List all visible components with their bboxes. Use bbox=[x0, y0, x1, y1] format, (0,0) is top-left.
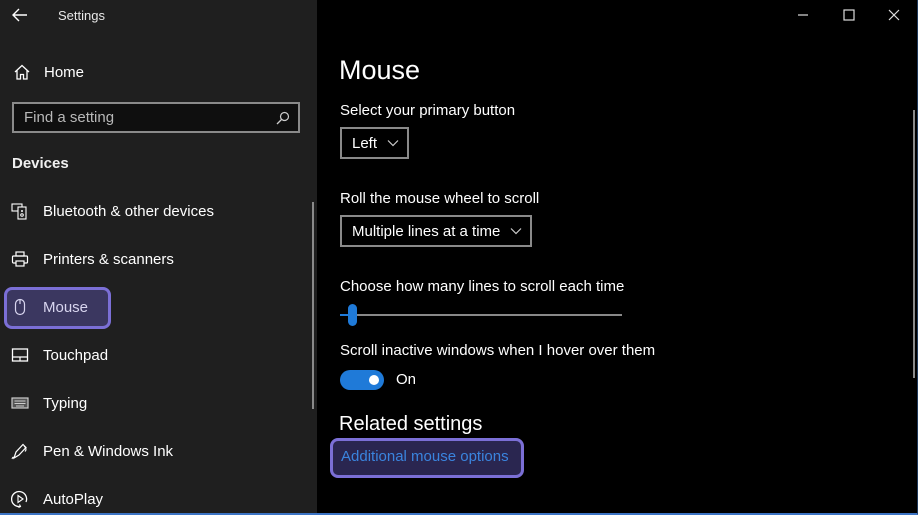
sidebar-item-pen[interactable]: Pen & Windows Ink bbox=[0, 427, 310, 475]
dropdown-value: Left bbox=[352, 134, 378, 152]
sidebar-item-typing[interactable]: Typing bbox=[0, 379, 310, 427]
sidebar-item-label: Typing bbox=[43, 394, 88, 412]
wheel-scroll-dropdown[interactable]: Multiple lines at a time bbox=[340, 215, 533, 247]
sidebar-item-label: Printers & scanners bbox=[43, 250, 174, 268]
sidebar-item-label: Bluetooth & other devices bbox=[43, 202, 214, 220]
sidebar-item-label: Touchpad bbox=[43, 346, 109, 364]
sidebar-item-label: AutoPlay bbox=[43, 490, 104, 508]
chevron-down-icon bbox=[387, 140, 399, 147]
primary-button-label: Select your primary button bbox=[340, 102, 516, 119]
dropdown-value: Multiple lines at a time bbox=[352, 222, 501, 240]
sidebar-item-autoplay[interactable]: AutoPlay bbox=[0, 475, 310, 515]
maximize-icon bbox=[843, 9, 855, 21]
sidebar-item-touchpad[interactable]: Touchpad bbox=[0, 331, 310, 379]
back-button[interactable] bbox=[8, 4, 32, 26]
link-highlight: Additional mouse options bbox=[330, 438, 524, 478]
maximize-button[interactable] bbox=[826, 0, 872, 30]
search-box[interactable] bbox=[12, 102, 300, 133]
page-title: Mouse bbox=[339, 55, 421, 85]
autoplay-icon bbox=[11, 490, 28, 508]
search-input[interactable] bbox=[14, 104, 298, 131]
search-icon[interactable] bbox=[276, 111, 290, 125]
pen-icon bbox=[11, 443, 27, 460]
toggle-knob bbox=[369, 375, 379, 385]
app-title: Settings bbox=[58, 8, 105, 23]
sidebar-item-bluetooth[interactable]: Bluetooth & other devices bbox=[0, 187, 310, 235]
scroll-inactive-toggle[interactable] bbox=[340, 370, 384, 390]
close-icon bbox=[888, 9, 900, 21]
printer-icon bbox=[11, 251, 29, 267]
scroll-inactive-label: Scroll inactive windows when I hover ove… bbox=[340, 342, 656, 359]
home-icon bbox=[14, 64, 30, 80]
toggle-state-label: On bbox=[396, 371, 417, 388]
back-arrow-icon bbox=[12, 8, 27, 22]
touchpad-icon bbox=[11, 348, 29, 362]
minimize-button[interactable] bbox=[780, 0, 826, 30]
related-settings-title: Related settings bbox=[339, 413, 483, 435]
sidebar-item-label: Pen & Windows Ink bbox=[43, 442, 174, 460]
section-title: Devices bbox=[12, 155, 69, 172]
sidebar: Settings Home Devices Bluetooth & other … bbox=[0, 0, 317, 513]
chevron-down-icon bbox=[510, 228, 522, 235]
sidebar-item-label: Home bbox=[44, 63, 85, 81]
slider-thumb[interactable] bbox=[348, 304, 358, 326]
additional-mouse-options-link[interactable]: Additional mouse options bbox=[341, 448, 509, 465]
close-button[interactable] bbox=[871, 0, 917, 30]
sidebar-item-mouse[interactable]: Mouse bbox=[0, 283, 310, 331]
main-content: Mouse Select your primary button Left Ro… bbox=[317, 0, 917, 513]
sidebar-scrollbar[interactable] bbox=[312, 202, 314, 409]
keyboard-icon bbox=[11, 397, 29, 409]
settings-window: Settings Home Devices Bluetooth & other … bbox=[0, 0, 918, 515]
primary-button-dropdown[interactable]: Left bbox=[340, 127, 410, 159]
slider-track bbox=[340, 314, 622, 316]
lines-to-scroll-label: Choose how many lines to scroll each tim… bbox=[340, 278, 625, 295]
sidebar-item-label: Mouse bbox=[43, 298, 89, 316]
sidebar-item-printers[interactable]: Printers & scanners bbox=[0, 235, 310, 283]
mouse-icon bbox=[14, 298, 26, 316]
minimize-icon bbox=[798, 14, 808, 16]
bluetooth-devices-icon bbox=[11, 203, 27, 220]
main-scrollbar[interactable] bbox=[913, 110, 915, 378]
sidebar-item-home[interactable]: Home bbox=[0, 56, 317, 88]
lines-to-scroll-slider[interactable] bbox=[340, 303, 622, 329]
wheel-scroll-label: Roll the mouse wheel to scroll bbox=[340, 190, 540, 207]
